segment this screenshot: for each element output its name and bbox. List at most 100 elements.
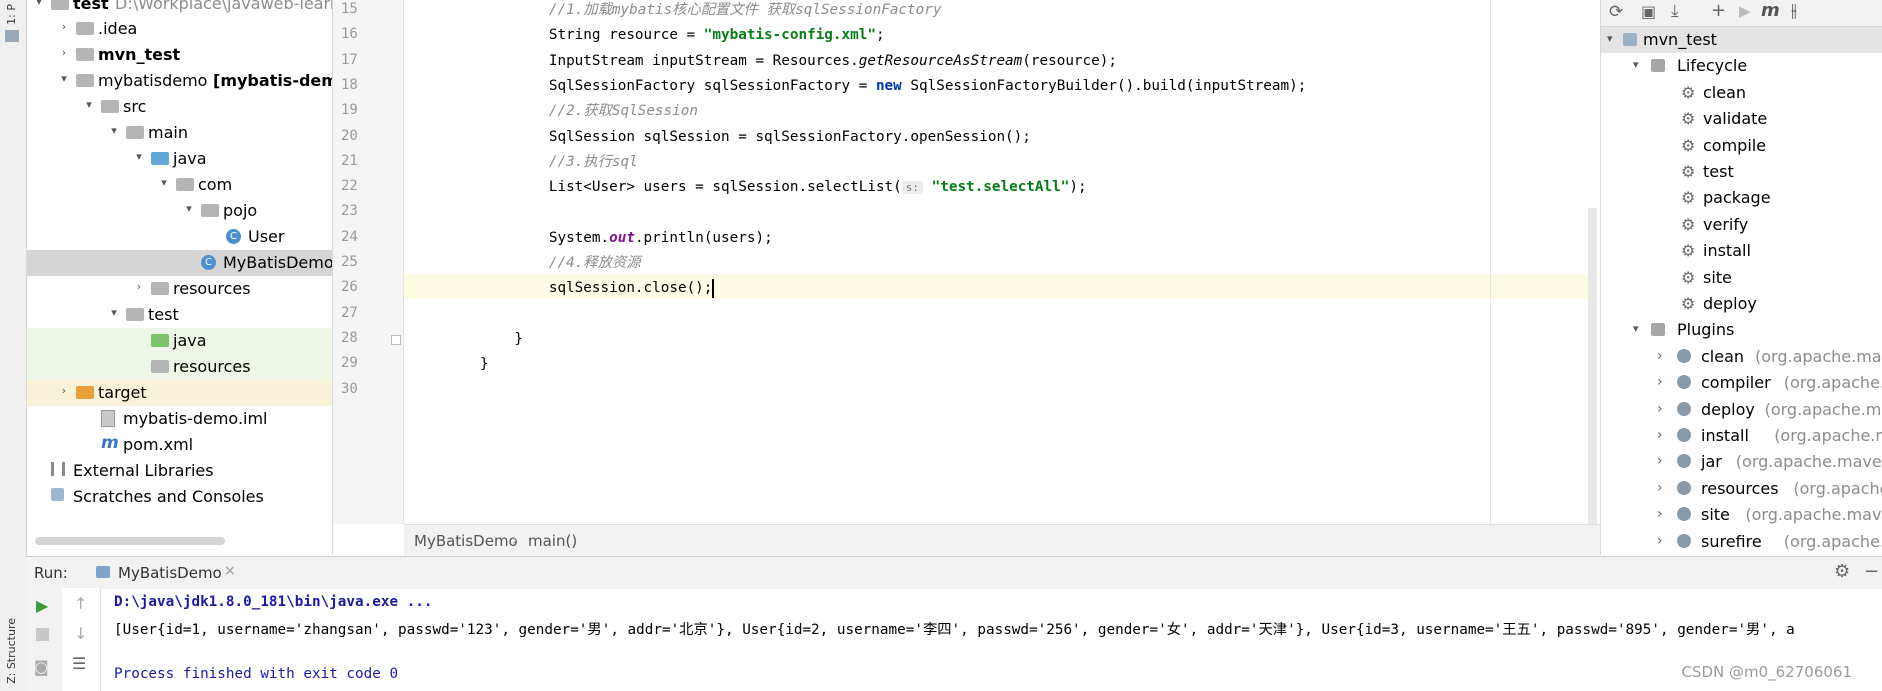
code-line[interactable]: //1.加载mybatis核心配置文件 获取sqlSessionFactory bbox=[480, 0, 942, 23]
maven-plugin[interactable]: › compiler (org.apache.ma bbox=[1601, 370, 1882, 396]
tree-item[interactable]: C User bbox=[27, 224, 332, 250]
chevron-right-icon[interactable]: › bbox=[1657, 533, 1663, 549]
tree-item[interactable]: m pom.xml bbox=[27, 432, 332, 458]
chevron-down-icon[interactable]: ▾ bbox=[108, 306, 120, 320]
run-tab[interactable]: MyBatisDemo bbox=[118, 564, 222, 582]
tree-item[interactable]: C MyBatisDemo bbox=[27, 250, 332, 276]
arrow-down-icon[interactable]: ↓ bbox=[74, 624, 87, 643]
tree-item[interactable]: ▾ src bbox=[27, 94, 332, 120]
chevron-down-icon[interactable]: ▾ bbox=[133, 150, 145, 164]
stop-icon[interactable] bbox=[36, 628, 49, 641]
maven-goal[interactable]: ⚙ verify bbox=[1601, 212, 1882, 238]
chevron-down-icon[interactable]: ▾ bbox=[33, 0, 45, 9]
maven-goal[interactable]: ⚙ validate bbox=[1601, 106, 1882, 132]
chevron-right-icon[interactable]: › bbox=[58, 20, 70, 34]
code-line[interactable]: //2.获取SqlSession bbox=[480, 99, 698, 124]
chevron-down-icon[interactable]: ▾ bbox=[183, 202, 195, 216]
code-line[interactable]: } bbox=[480, 327, 523, 352]
editor-scrollbar[interactable] bbox=[1588, 208, 1597, 524]
chevron-down-icon[interactable]: ▾ bbox=[108, 124, 120, 138]
tree-item[interactable]: Scratches and Consoles bbox=[27, 484, 332, 510]
download-icon[interactable]: ⤓ bbox=[1671, 1, 1679, 21]
tree-item[interactable]: ▾ test bbox=[27, 302, 332, 328]
code-line[interactable]: SqlSessionFactory sqlSessionFactory = ne… bbox=[480, 74, 1306, 99]
chevron-down-icon[interactable]: ▾ bbox=[1633, 58, 1639, 71]
maven-goal[interactable]: ⚙ test bbox=[1601, 159, 1882, 185]
fold-marker-icon[interactable] bbox=[391, 334, 401, 345]
maven-lifecycle-node[interactable]: ▾ Lifecycle bbox=[1601, 53, 1882, 79]
chevron-right-icon[interactable]: › bbox=[1657, 401, 1663, 417]
tree-item[interactable]: resources bbox=[27, 354, 332, 380]
minimize-icon[interactable]: − bbox=[1864, 561, 1879, 582]
tree-item[interactable]: External Libraries bbox=[27, 458, 332, 484]
tree-item[interactable]: › resources bbox=[27, 276, 332, 302]
maven-goal[interactable]: ⚙ compile bbox=[1601, 133, 1882, 159]
maven-goal-icon[interactable]: m bbox=[1761, 0, 1780, 21]
maven-plugin[interactable]: › clean (org.apache.maven bbox=[1601, 344, 1882, 370]
tree-item[interactable]: › mvn_test bbox=[27, 42, 332, 68]
chevron-right-icon[interactable]: › bbox=[58, 384, 70, 398]
code-line[interactable]: InputStream inputStream = Resources.getR… bbox=[480, 49, 1117, 74]
tree-item[interactable]: mybatis-demo.iml bbox=[27, 406, 332, 432]
tree-item[interactable]: › target bbox=[27, 380, 332, 406]
code-line[interactable]: sqlSession.close(); bbox=[480, 276, 715, 301]
chevron-down-icon[interactable]: ▾ bbox=[158, 176, 170, 190]
maven-plugin[interactable]: › site (org.apache.maven.p bbox=[1601, 502, 1882, 528]
add-icon[interactable]: + bbox=[1711, 0, 1726, 21]
code-line[interactable]: //3.执行sql bbox=[480, 150, 638, 175]
maven-plugin[interactable]: › install (org.apache.maver bbox=[1601, 423, 1882, 449]
breadcrumb-class[interactable]: MyBatisDemo bbox=[414, 532, 518, 550]
maven-goal[interactable]: ⚙ clean bbox=[1601, 80, 1882, 106]
chevron-right-icon[interactable]: › bbox=[1657, 348, 1663, 364]
camera-icon[interactable]: ◙ bbox=[34, 658, 49, 676]
tree-item[interactable]: ▾ java bbox=[27, 146, 332, 172]
code-line[interactable]: //4.释放资源 bbox=[480, 251, 641, 276]
gear-icon[interactable]: ⚙ bbox=[1834, 561, 1850, 582]
tree-item[interactable]: ▾ main bbox=[27, 120, 332, 146]
chevron-right-icon[interactable]: › bbox=[1657, 374, 1663, 390]
chevron-right-icon[interactable]: › bbox=[1657, 427, 1663, 443]
code-line[interactable]: System.out.println(users); bbox=[480, 226, 773, 251]
chevron-down-icon[interactable]: ▾ bbox=[58, 72, 70, 86]
code-line[interactable]: String resource = "mybatis-config.xml"; bbox=[480, 23, 885, 48]
tree-item[interactable]: ▾ com bbox=[27, 172, 332, 198]
chevron-right-icon[interactable]: › bbox=[1657, 506, 1663, 522]
toggle-offline-icon[interactable]: ⫲ bbox=[1791, 0, 1797, 21]
code-line[interactable]: List<User> users = sqlSession.selectList… bbox=[480, 175, 1087, 200]
code-line[interactable]: } bbox=[480, 352, 489, 377]
soft-wrap-icon[interactable]: ☰ bbox=[72, 654, 86, 673]
breadcrumb-method[interactable]: main() bbox=[528, 532, 577, 550]
tree-item[interactable]: ▾ pojo bbox=[27, 198, 332, 224]
chevron-right-icon[interactable]: › bbox=[133, 280, 145, 294]
maven-plugin[interactable]: › resources (org.apache.m bbox=[1601, 476, 1882, 502]
maven-goal[interactable]: ⚙ install bbox=[1601, 238, 1882, 264]
maven-goal[interactable]: ⚙ site bbox=[1601, 265, 1882, 291]
project-tool-tab[interactable]: 1: P bbox=[5, 4, 18, 25]
tree-scrollbar[interactable] bbox=[35, 537, 225, 545]
chevron-down-icon[interactable]: ▾ bbox=[83, 98, 95, 112]
maven-plugin[interactable]: › jar (org.apache.maven.pl bbox=[1601, 449, 1882, 475]
add-maven-project-icon[interactable]: ▣ bbox=[1641, 2, 1656, 21]
chevron-right-icon[interactable]: › bbox=[1657, 480, 1663, 496]
maven-goal[interactable]: ⚙ deploy bbox=[1601, 291, 1882, 317]
maven-project[interactable]: ▾ mvn_test bbox=[1601, 27, 1882, 53]
code-editor[interactable]: //1.加载mybatis核心配置文件 获取sqlSessionFactory … bbox=[404, 0, 1592, 524]
close-icon[interactable]: × bbox=[224, 563, 236, 579]
chevron-down-icon[interactable]: ▾ bbox=[1633, 322, 1639, 335]
chevron-right-icon[interactable]: › bbox=[58, 46, 70, 60]
structure-tool-tab[interactable]: Z: Structure bbox=[5, 618, 18, 684]
chevron-right-icon[interactable]: › bbox=[1657, 453, 1663, 469]
maven-plugins-node[interactable]: ▾ Plugins bbox=[1601, 317, 1882, 343]
code-line[interactable]: SqlSession sqlSession = sqlSessionFactor… bbox=[480, 125, 1031, 150]
tree-item[interactable]: › .idea bbox=[27, 16, 332, 42]
chevron-down-icon[interactable]: ▾ bbox=[1607, 32, 1613, 45]
tree-item[interactable]: java bbox=[27, 328, 332, 354]
run-icon[interactable]: ▶ bbox=[1739, 2, 1751, 20]
tree-item[interactable]: ▾ mybatisdemo [mybatis-demo] bbox=[27, 68, 332, 94]
rerun-icon[interactable]: ▶ bbox=[36, 596, 48, 615]
maven-goal[interactable]: ⚙ package bbox=[1601, 185, 1882, 211]
maven-plugin[interactable]: › deploy (org.apache.mave bbox=[1601, 397, 1882, 423]
maven-plugin[interactable]: › surefire (org.apache.mav bbox=[1601, 529, 1882, 555]
arrow-up-icon[interactable]: ↑ bbox=[74, 594, 87, 613]
refresh-icon[interactable]: ⟳ bbox=[1609, 2, 1623, 22]
